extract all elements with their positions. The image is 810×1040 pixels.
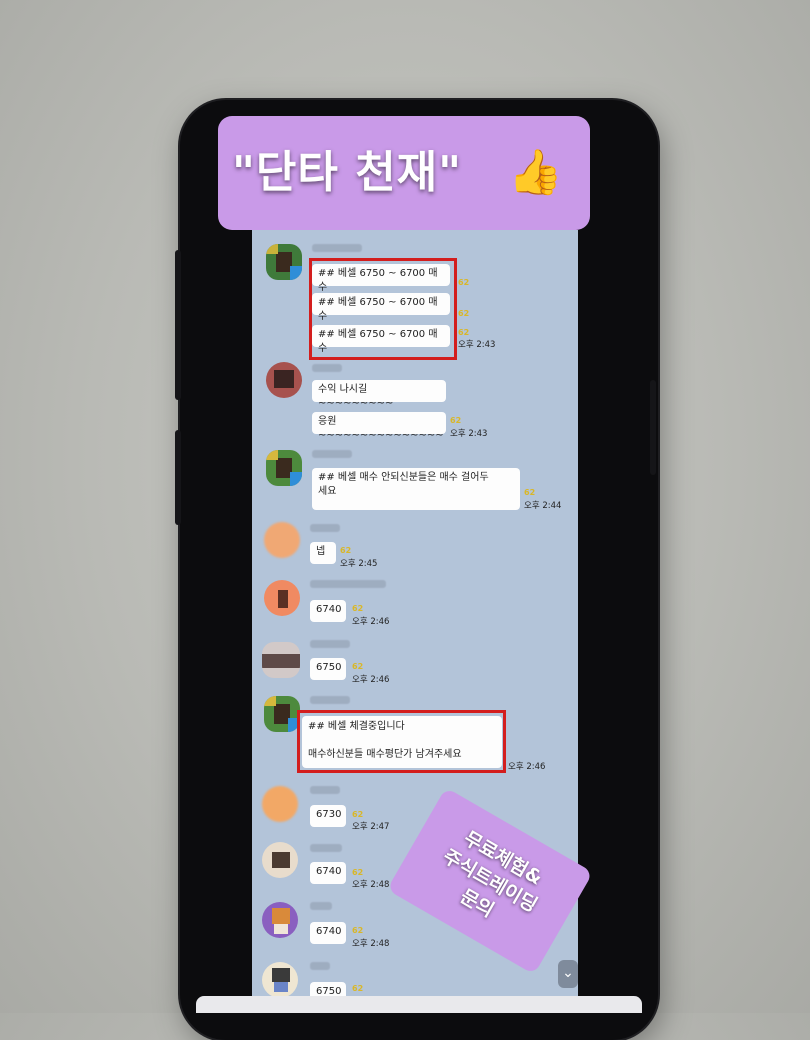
sender-name (310, 962, 330, 970)
message-bubble[interactable]: 6750 (310, 658, 346, 680)
message-time: 오후 2:43 (458, 340, 496, 350)
message-bubble[interactable]: 응원~~~~~~~~~~~~~~~ (312, 412, 446, 441)
phone-left-button-bottom (175, 430, 181, 525)
sender-name (310, 786, 340, 794)
unread-count: 62 (352, 604, 364, 613)
message-time: 오후 2:48 (352, 939, 390, 949)
sender-name (310, 640, 350, 648)
unread-count: 62 (352, 926, 364, 935)
message-time: 오후 2:45 (340, 559, 378, 569)
unread-count: 62 (458, 309, 470, 318)
avatar (262, 642, 300, 678)
avatar (264, 522, 300, 558)
avatar (264, 696, 300, 732)
unread-count: 62 (352, 662, 364, 671)
avatar (262, 786, 298, 822)
avatar (266, 362, 302, 398)
sender-name (312, 364, 342, 372)
unread-count: 62 (450, 416, 462, 425)
unread-count: 62 (458, 328, 470, 337)
highlight-box (309, 258, 457, 360)
message-time: 오후 2:46 (352, 675, 390, 685)
input-bar[interactable] (196, 996, 642, 1013)
avatar (264, 580, 300, 616)
banner-title: "단타 천재" (232, 147, 463, 198)
phone-left-button-top (175, 250, 181, 400)
message-time: 오후 2:46 (508, 762, 546, 772)
sender-name (312, 244, 362, 252)
message-bubble[interactable]: 수익 나시길~~~~~~~~~ (312, 380, 446, 409)
message-bubble[interactable]: 넵 (310, 542, 336, 564)
message-time: 오후 2:47 (352, 822, 390, 832)
message-bubble[interactable]: 6730 (310, 805, 346, 827)
sender-name (310, 696, 350, 704)
avatar (266, 244, 302, 280)
message-bubble[interactable]: 6740 (310, 862, 346, 884)
avatar (262, 842, 298, 878)
sender-name (312, 450, 352, 458)
chevron-down-icon: ⌄ (562, 965, 574, 981)
message-time: 오후 2:48 (352, 880, 390, 890)
sender-name (310, 580, 386, 588)
message-time: 오후 2:46 (352, 617, 390, 627)
message-time: 오후 2:43 (450, 429, 488, 439)
avatar (266, 450, 302, 486)
sender-name (310, 844, 342, 852)
message-bubble[interactable]: 6740 (310, 922, 346, 944)
avatar (262, 902, 298, 938)
unread-count: 62 (524, 488, 536, 497)
avatar (262, 962, 298, 998)
phone-right-button (650, 380, 656, 475)
unread-count: 62 (352, 868, 364, 877)
sender-name (310, 902, 332, 910)
unread-count: 62 (352, 984, 364, 993)
message-bubble[interactable]: 6740 (310, 600, 346, 622)
unread-count: 62 (458, 278, 470, 287)
sender-name (310, 524, 340, 532)
highlight-box (297, 710, 506, 773)
scroll-down-button[interactable]: ⌄ (558, 960, 578, 988)
message-time: 오후 2:44 (524, 501, 562, 511)
unread-count: 62 (340, 546, 352, 555)
message-bubble[interactable]: ## 베셀 매수 안되신분들은 매수 걸어두 세요 (312, 468, 520, 510)
unread-count: 62 (352, 810, 364, 819)
thumbs-up-icon: 👍 (508, 147, 563, 198)
